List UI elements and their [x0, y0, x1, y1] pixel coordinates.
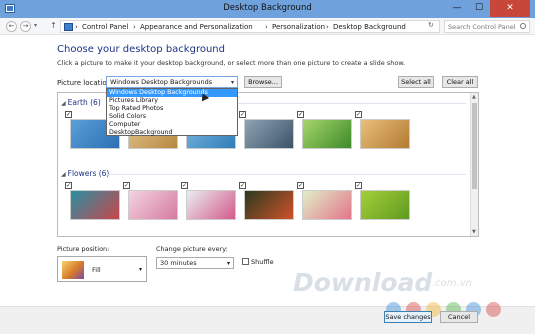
address-bar: ← → ▾ ↑ › Control Panel › Appearance and… [0, 18, 535, 35]
wallpaper-tile[interactable]: ✓ [64, 182, 120, 228]
watermark-logo: Download [293, 268, 433, 297]
maximize-button[interactable]: ☐ [468, 0, 490, 17]
tile-checkbox[interactable]: ✓ [297, 182, 304, 189]
change-picture-label: Change picture every: [156, 245, 228, 253]
picture-position-label: Picture position: [57, 245, 110, 253]
back-arrow-icon[interactable]: ← [6, 21, 17, 32]
select-all-button[interactable]: Select all [398, 76, 434, 88]
cancel-button[interactable]: Cancel [440, 311, 478, 323]
title-bar: Desktop Background — ☐ ✕ [0, 0, 535, 18]
dropdown-option[interactable]: Pictures Library [107, 97, 237, 105]
wallpaper-thumbnail[interactable] [360, 190, 410, 220]
group-header-flowers[interactable]: ◢ Flowers (6) [61, 169, 109, 178]
breadcrumb-control-panel[interactable]: Control Panel [82, 23, 128, 31]
wallpaper-tile[interactable]: ✓ [180, 182, 236, 228]
page-title: Choose your desktop background [57, 44, 225, 55]
collapse-chevron-icon: ◢ [61, 100, 66, 107]
up-arrow-icon[interactable]: ↑ [48, 21, 59, 32]
breadcrumb-desktop-background[interactable]: Desktop Background [333, 23, 406, 31]
tile-checkbox[interactable]: ✓ [355, 182, 362, 189]
page-subtitle: Click a picture to make it your desktop … [57, 59, 406, 67]
tile-checkbox[interactable]: ✓ [65, 182, 72, 189]
scroll-up-icon[interactable]: ▲ [472, 94, 476, 100]
breadcrumb-personalization[interactable]: Personalization [272, 23, 325, 31]
wallpaper-thumbnail[interactable] [128, 190, 178, 220]
wallpaper-thumbnail[interactable] [360, 119, 410, 149]
change-interval-select[interactable]: 30 minutes ▾ [156, 257, 234, 269]
breadcrumb-separator: › [133, 23, 136, 31]
chevron-down-icon: ▾ [226, 260, 230, 267]
recent-locations-chevron-icon[interactable]: ▾ [34, 22, 37, 29]
watermark-dot [486, 302, 501, 317]
tile-checkbox[interactable]: ✓ [239, 111, 246, 118]
wallpaper-thumbnail[interactable] [244, 190, 294, 220]
wallpaper-thumbnail[interactable] [302, 190, 352, 220]
wallpaper-tile[interactable]: ✓ [122, 182, 178, 228]
dropdown-option[interactable]: DesktopBackground [107, 129, 237, 137]
chevron-down-icon: ▾ [138, 266, 142, 273]
position-preview-image [62, 261, 84, 279]
clear-all-button[interactable]: Clear all [442, 76, 478, 88]
minimize-button[interactable]: — [446, 0, 468, 17]
shuffle-checkbox[interactable]: Shuffle [242, 258, 274, 266]
dropdown-option[interactable]: Solid Colors [107, 113, 237, 121]
wallpaper-tile[interactable]: ✓ [238, 111, 294, 157]
tile-checkbox[interactable]: ✓ [123, 182, 130, 189]
wallpaper-tile[interactable]: ✓ [354, 182, 410, 228]
picture-location-label: Picture location: [57, 79, 114, 87]
dropdown-option[interactable]: Top Rated Photos [107, 105, 237, 113]
tile-checkbox[interactable]: ✓ [355, 111, 362, 118]
picture-position-select[interactable]: Fill ▾ [57, 256, 147, 282]
refresh-icon[interactable]: ↻ [428, 21, 434, 29]
scrollbar-thumb[interactable] [472, 103, 477, 189]
wallpaper-thumbnail[interactable] [186, 190, 236, 220]
picture-location-select[interactable]: Windows Desktop Backgrounds ▾ [106, 76, 238, 88]
tile-checkbox[interactable]: ✓ [181, 182, 188, 189]
breadcrumb-separator: › [326, 23, 329, 31]
collapse-chevron-icon: ◢ [61, 171, 66, 178]
picture-location-dropdown-list[interactable]: Windows Desktop Backgrounds Pictures Lib… [106, 88, 238, 136]
control-panel-icon [64, 23, 73, 31]
breadcrumb-appearance[interactable]: Appearance and Personalization [140, 23, 253, 31]
search-input[interactable]: Search Control Panel [444, 20, 530, 33]
browse-button[interactable]: Browse... [244, 76, 282, 88]
scroll-down-icon[interactable]: ▼ [472, 229, 476, 235]
checkbox-box[interactable] [242, 258, 249, 265]
dropdown-option[interactable]: Windows Desktop Backgrounds [107, 89, 237, 97]
dropdown-option[interactable]: Computer [107, 121, 237, 129]
wallpaper-tile[interactable]: ✓ [238, 182, 294, 228]
close-button[interactable]: ✕ [490, 0, 530, 17]
breadcrumb[interactable]: › Control Panel › Appearance and Persona… [60, 20, 440, 33]
chevron-down-icon: ▾ [230, 79, 234, 86]
wallpaper-tile[interactable]: ✓ [296, 182, 352, 228]
wallpaper-tile[interactable]: ✓ [296, 111, 352, 157]
breadcrumb-separator: › [265, 23, 268, 31]
group-header-earth[interactable]: ◢ Earth (6) [61, 98, 101, 107]
group-divider [106, 174, 466, 175]
tile-checkbox[interactable]: ✓ [65, 111, 72, 118]
breadcrumb-separator: › [75, 23, 78, 31]
tile-checkbox[interactable]: ✓ [239, 182, 246, 189]
wallpaper-thumbnail[interactable] [70, 190, 120, 220]
tile-checkbox[interactable]: ✓ [297, 111, 304, 118]
search-icon [520, 23, 526, 29]
forward-arrow-icon[interactable]: → [20, 21, 31, 32]
wallpaper-thumbnail[interactable] [244, 119, 294, 149]
save-changes-button[interactable]: Save changes [384, 311, 432, 323]
watermark-domain: .com.vn [432, 278, 472, 289]
wallpaper-thumbnail[interactable] [302, 119, 352, 149]
wallpaper-tile[interactable]: ✓ [354, 111, 410, 157]
desktop-background-window: Desktop Background — ☐ ✕ ← → ▾ ↑ › Contr… [0, 0, 535, 334]
gallery-scrollbar[interactable]: ▲ ▼ [470, 93, 478, 236]
